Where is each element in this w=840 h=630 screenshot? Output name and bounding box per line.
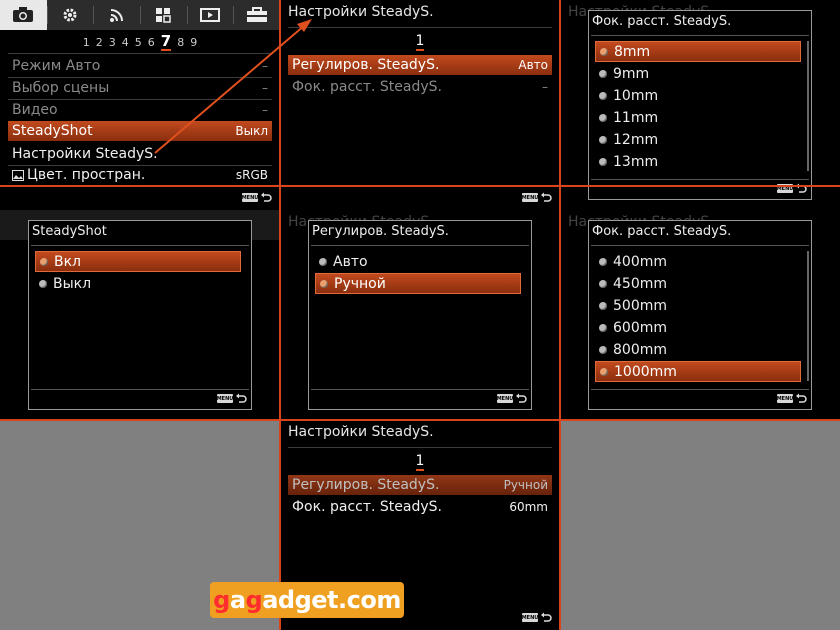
logo-letter: g (245, 586, 263, 614)
annotation-arrow (154, 19, 312, 154)
logo-text: adget.com (262, 586, 401, 614)
logo-letter: g (213, 586, 230, 614)
brand-logo: g a g adget.com (210, 582, 404, 618)
logo-letter: a (229, 586, 246, 614)
